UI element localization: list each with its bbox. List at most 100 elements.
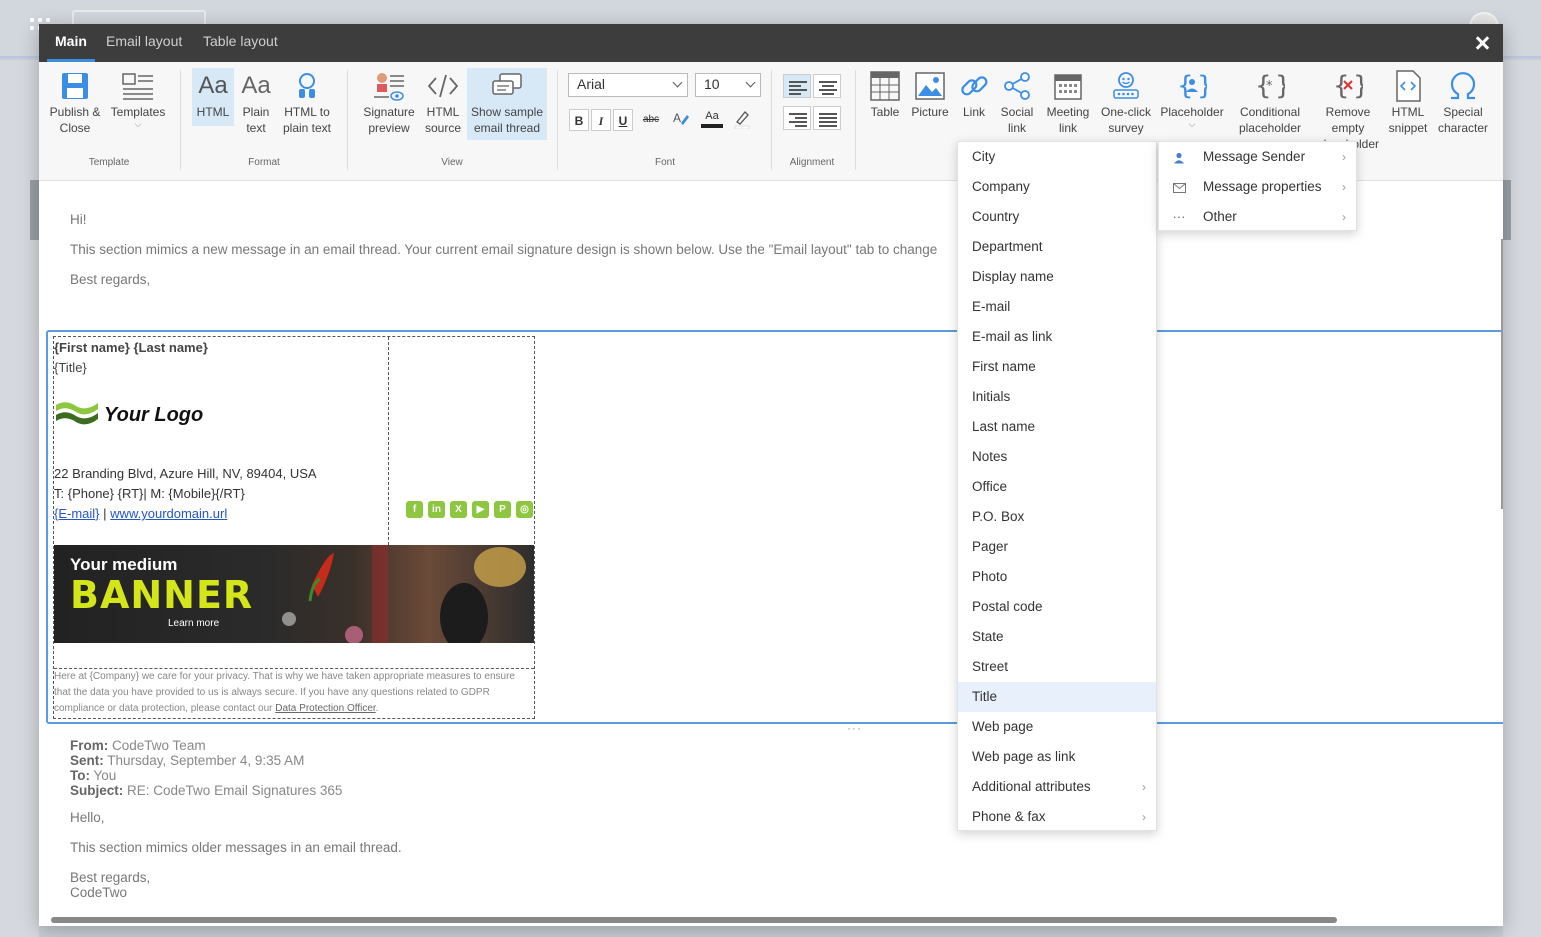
menu-item-other[interactable]: ··· Other ›	[1159, 202, 1356, 232]
menu-item-email[interactable]: E-mail	[958, 292, 1156, 322]
picture-icon	[909, 68, 951, 104]
menu-item-web-page[interactable]: Web page	[958, 712, 1156, 742]
signature-phones: T: {Phone} {RT}| M: {Mobile}{/RT}	[54, 486, 245, 501]
align-left-button[interactable]	[783, 74, 811, 98]
html-format-button[interactable]: Aa HTML	[192, 68, 234, 126]
tab-email-layout[interactable]: Email layout	[106, 24, 182, 62]
insert-social-link-button[interactable]: Social link	[997, 68, 1037, 136]
show-sample-email-thread-button[interactable]: Show sample email thread	[467, 68, 547, 140]
chevron-right-icon: ›	[1342, 150, 1346, 164]
strikethrough-button[interactable]: abc	[639, 109, 663, 131]
menu-item-city[interactable]: City	[958, 142, 1156, 172]
clear-format-icon[interactable]: A	[671, 109, 691, 131]
pinterest-icon[interactable]: P	[494, 501, 511, 518]
insert-one-click-survey-button[interactable]: One-click survey	[1097, 68, 1155, 136]
linkedin-icon[interactable]: in	[428, 501, 445, 518]
tab-table-layout[interactable]: Table layout	[203, 24, 278, 62]
plain-text-button[interactable]: Aa Plain text	[237, 68, 275, 136]
menu-item-initials[interactable]: Initials	[958, 382, 1156, 412]
older-signoff: CodeTwo	[70, 885, 128, 900]
svg-text:{: {	[1177, 71, 1194, 101]
menu-item-title[interactable]: Title	[958, 682, 1156, 712]
menu-item-phone-fax[interactable]: Phone & fax ›	[958, 802, 1156, 832]
menu-item-email-as-link[interactable]: E-mail as link	[958, 322, 1156, 352]
insert-meeting-link-button[interactable]: Meeting link	[1043, 68, 1093, 136]
x-twitter-icon[interactable]: X	[450, 501, 467, 518]
older-to: To: You	[70, 768, 117, 783]
share-icon	[997, 68, 1037, 104]
underline-button[interactable]: U	[613, 109, 633, 131]
insert-conditional-placeholder-button[interactable]: {}* Conditional placeholder	[1231, 68, 1309, 136]
font-size-select[interactable]: 10	[695, 73, 761, 97]
older-body: This section mimics older messages in an…	[70, 840, 402, 855]
signature-banner[interactable]: Your medium BANNER Learn more	[54, 545, 534, 643]
menu-item-state[interactable]: State	[958, 622, 1156, 652]
instagram-icon[interactable]: ◎	[516, 501, 533, 518]
menu-item-country[interactable]: Country	[958, 202, 1156, 232]
older-regards: Best regards,	[70, 870, 151, 885]
signature-table[interactable]: {First name} {Last name} {Title} Your Lo…	[53, 336, 535, 719]
vertical-scrollbar[interactable]	[1501, 239, 1503, 509]
templates-icon	[108, 68, 168, 104]
publish-close-button[interactable]: Publish & Close	[47, 68, 103, 136]
banner-heading: Your medium	[70, 555, 178, 574]
editor-content[interactable]: Hi! This section mimics a new message in…	[39, 181, 1503, 926]
menu-item-first-name[interactable]: First name	[958, 352, 1156, 382]
menu-item-last-name[interactable]: Last name	[958, 412, 1156, 442]
link-icon	[956, 68, 992, 104]
group-label-font: Font	[654, 157, 675, 168]
templates-button[interactable]: Templates ⌵	[108, 68, 168, 129]
menu-item-company[interactable]: Company	[958, 172, 1156, 202]
close-icon[interactable]	[1473, 34, 1491, 52]
insert-picture-button[interactable]: Picture	[909, 68, 951, 120]
email-link[interactable]: {E-mail}	[54, 506, 100, 521]
signature-preview-button[interactable]: Signature preview	[359, 68, 419, 136]
chevron-down-icon	[672, 77, 683, 88]
html-source-button[interactable]: HTML source	[422, 68, 464, 136]
align-center-button[interactable]	[813, 74, 841, 98]
menu-item-street[interactable]: Street	[958, 652, 1156, 682]
align-justify-button[interactable]	[813, 106, 841, 130]
menu-item-web-page-as-link[interactable]: Web page as link	[958, 742, 1156, 772]
data-protection-officer-link[interactable]: Data Protection Officer	[275, 703, 375, 714]
bold-button[interactable]: B	[569, 109, 589, 131]
menu-item-message-sender[interactable]: Message Sender ›	[1159, 142, 1356, 172]
menu-item-office[interactable]: Office	[958, 472, 1156, 502]
font-family-select[interactable]: Arial	[568, 73, 688, 97]
svg-text:}: }	[1275, 71, 1285, 101]
italic-button[interactable]: I	[591, 109, 611, 131]
facebook-icon[interactable]: f	[406, 501, 423, 518]
horizontal-scrollbar[interactable]	[51, 917, 1337, 923]
menu-item-additional-attributes[interactable]: Additional attributes ›	[958, 772, 1156, 802]
tab-bar: Main Email layout Table layout	[39, 24, 1503, 62]
menu-item-photo[interactable]: Photo	[958, 562, 1156, 592]
menu-item-message-properties[interactable]: Message properties ›	[1159, 172, 1356, 202]
group-label-alignment: Alignment	[789, 157, 835, 168]
insert-table-button[interactable]: Table	[865, 68, 905, 120]
menu-item-department[interactable]: Department	[958, 232, 1156, 262]
highlight-pen-icon[interactable]	[731, 109, 753, 131]
background-left-panel	[0, 60, 39, 937]
youtube-icon[interactable]: ▶	[472, 501, 489, 518]
menu-item-pager[interactable]: Pager	[958, 532, 1156, 562]
menu-item-po-box[interactable]: P.O. Box	[958, 502, 1156, 532]
remove-placeholder-icon: {}	[1315, 68, 1381, 104]
website-link[interactable]: www.yourdomain.url	[110, 506, 227, 521]
resize-handle[interactable]: ···	[847, 721, 862, 735]
tab-main[interactable]: Main	[47, 24, 95, 62]
remove-empty-placeholder-button[interactable]: {} Remove empty placeholder	[1315, 68, 1381, 152]
older-sent: Sent: Thursday, September 4, 9:35 AM	[70, 753, 305, 768]
chevron-right-icon: ›	[1342, 180, 1346, 194]
insert-html-snippet-button[interactable]: HTML snippet	[1385, 68, 1431, 136]
menu-item-display-name[interactable]: Display name	[958, 262, 1156, 292]
html-to-plain-text-button[interactable]: HTML to plain text	[279, 68, 335, 136]
insert-placeholder-button[interactable]: {} Placeholder ⌵	[1159, 68, 1225, 129]
insert-link-button[interactable]: Link	[956, 68, 992, 120]
chevron-down-icon	[745, 77, 756, 88]
align-right-button[interactable]	[783, 106, 811, 130]
menu-item-postal-code[interactable]: Postal code	[958, 592, 1156, 622]
menu-item-notes[interactable]: Notes	[958, 442, 1156, 472]
font-color-button[interactable]: Aa	[701, 109, 723, 131]
insert-special-character-button[interactable]: Special character	[1435, 68, 1491, 136]
envelope-icon	[1169, 172, 1189, 202]
